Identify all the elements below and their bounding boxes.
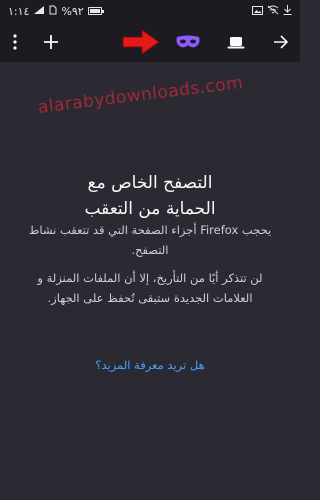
tracking-protection-text: يحجب Firefox أجزاء الصفحة التي قد تتعقب … [28,223,272,257]
image-icon [252,5,263,18]
tabs-button[interactable] [220,22,252,62]
forward-button[interactable] [266,22,296,62]
new-tab-button[interactable] [36,22,66,62]
clock: ١:١٤ [8,4,30,18]
red-arrow-icon [120,22,162,62]
kebab-menu-icon[interactable] [2,22,28,62]
heading-line-1: التصفح الخاص مع [87,173,213,193]
private-mask-icon [176,35,199,48]
forward-arrow-icon [274,35,289,49]
status-left: ١:١٤ %٩٢ [8,4,104,18]
sim-icon [49,5,57,18]
battery-icon [87,7,104,15]
wifi-off-icon [267,5,279,18]
history-notice-text: لن تتذكر أيًا من التأريخ، إلا أن الملفات… [37,271,263,305]
private-browsing-button[interactable] [165,22,210,62]
status-bar: ١:١٤ %٩٢ [0,0,300,22]
battery-percent: %٩٢ [61,4,84,18]
heading-line-2: الحماية من التعقب [84,199,216,219]
status-right [252,4,292,18]
tabs-icon [227,36,245,48]
browser-toolbar [0,22,300,84]
learn-more-link[interactable]: هل تريد معرفة المزيد؟ [60,358,240,372]
page-heading: التصفح الخاص مع الحماية من التعقب [40,170,260,222]
signal-icon [33,5,45,18]
plus-icon [44,35,58,49]
download-icon [283,4,292,18]
